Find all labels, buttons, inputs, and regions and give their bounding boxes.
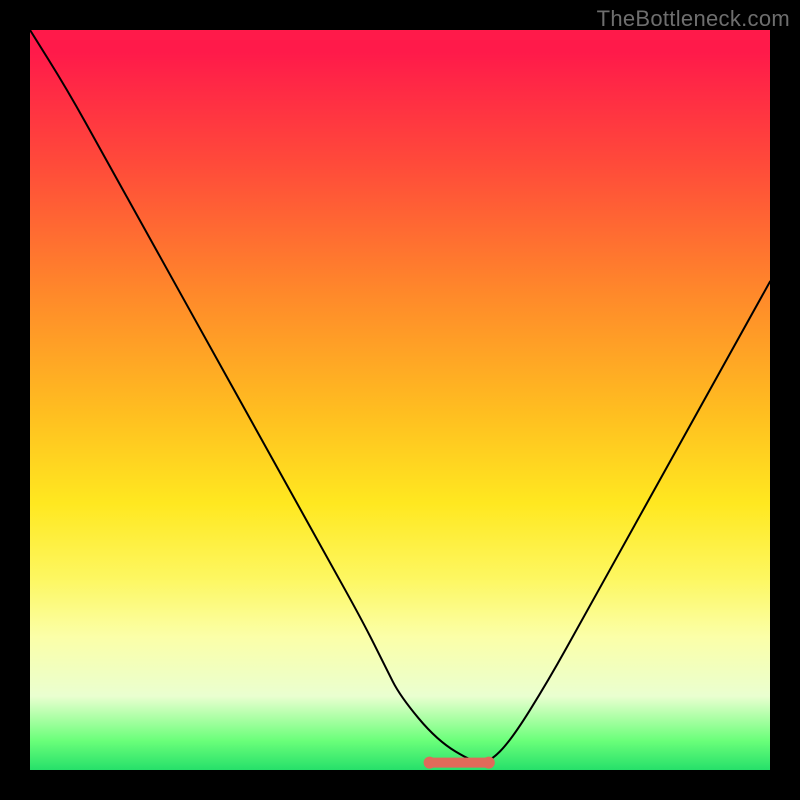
flat-minimum-endpoint-right xyxy=(483,757,495,769)
flat-minimum-endpoint-left xyxy=(424,757,436,769)
watermark-text: TheBottleneck.com xyxy=(597,6,790,32)
bottleneck-curve xyxy=(30,30,770,763)
curve-svg xyxy=(30,30,770,770)
chart-stage: TheBottleneck.com xyxy=(0,0,800,800)
plot-area xyxy=(30,30,770,770)
